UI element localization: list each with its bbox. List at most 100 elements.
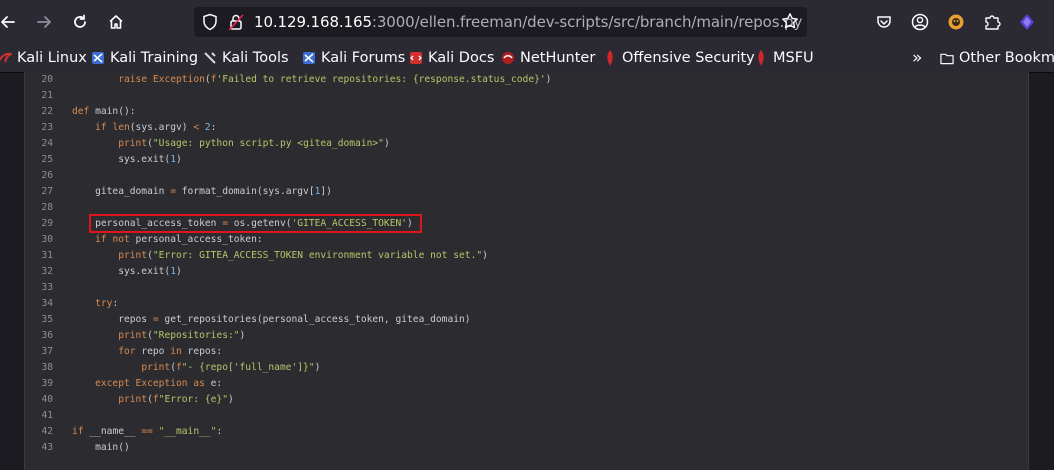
bookmark-kali-tools[interactable]: Kali Tools	[203, 48, 289, 68]
bookmark-label: Kali Tools	[222, 50, 289, 66]
code-viewer: 20 raise Exception(f'Failed to retrieve …	[24, 72, 1029, 470]
code-line: 27 gitea_domain = format_domain(sys.argv…	[25, 184, 1028, 200]
puzzle-extension-icon[interactable]	[980, 10, 1004, 34]
line-number[interactable]: 42	[25, 424, 53, 440]
reload-icon[interactable]	[66, 8, 94, 36]
pocket-icon[interactable]	[872, 10, 896, 34]
back-arrow-icon[interactable]	[0, 8, 22, 36]
line-code: sys.exit(1)	[72, 266, 182, 277]
line-number[interactable]: 35	[25, 312, 53, 328]
code-line: 22 def main():	[25, 104, 1028, 120]
code-line: 39 except Exception as e:	[25, 376, 1028, 392]
shield-icon[interactable]	[202, 13, 218, 35]
account-icon[interactable]	[908, 10, 932, 34]
line-number[interactable]: 24	[25, 136, 53, 152]
line-number[interactable]: 33	[25, 280, 53, 296]
line-code: print("Usage: python script.py <gitea_do…	[118, 138, 390, 149]
line-code: print(f"- {repo['full_name']}")	[141, 362, 321, 373]
url-host: 10.129.168.165	[254, 13, 372, 31]
line-number[interactable]: 40	[25, 392, 53, 408]
line-code: main()	[72, 442, 130, 453]
line-code: if not personal_access_token:	[95, 234, 263, 245]
bookmark-label: NetHunter	[520, 50, 596, 66]
bookmark-label: MSFU	[773, 50, 814, 66]
code-line: 42 if __name__ == "__main__":	[25, 424, 1028, 440]
line-number[interactable]: 23	[25, 120, 53, 136]
bookmark-kali-docs[interactable]: Kali Docs	[409, 48, 494, 68]
bookmarks-overflow-button[interactable]: »	[912, 48, 922, 68]
code-line: 37 for repo in repos:	[25, 344, 1028, 360]
line-number[interactable]: 36	[25, 328, 53, 344]
code-line: 36 print("Repositories:")	[25, 328, 1028, 344]
line-number[interactable]: 27	[25, 184, 53, 200]
kali-dragon-icon	[0, 50, 12, 66]
purple-extension-icon[interactable]	[1015, 10, 1039, 34]
bookmarks-bar: Kali Linux Kali Training Kali Tools Kali…	[0, 44, 1054, 73]
line-code: print("Repositories:")	[118, 330, 246, 341]
offsec-icon	[603, 50, 617, 66]
line-number[interactable]: 38	[25, 360, 53, 376]
url-bar[interactable]: 10.129.168.165:3000/ellen.freeman/dev-sc…	[194, 7, 807, 37]
line-code: sys.exit(1)	[72, 154, 182, 165]
line-number[interactable]: 29	[25, 216, 53, 232]
folder-icon	[940, 50, 954, 66]
line-number[interactable]: 43	[25, 440, 53, 456]
code-line: 33	[25, 280, 1028, 296]
line-number[interactable]: 32	[25, 264, 53, 280]
kali-docs-icon	[409, 50, 423, 66]
bookmark-label: Kali Docs	[428, 50, 495, 66]
line-code: print("Error: GITEA_ACCESS_TOKEN environ…	[118, 250, 488, 261]
line-number[interactable]: 22	[25, 104, 53, 120]
line-code: except Exception as e:	[95, 378, 223, 389]
code-line: 40 print(f"Error: {e}")	[25, 392, 1028, 408]
bookmark-offensive-security[interactable]: Offensive Security	[603, 48, 755, 68]
code-line: 41	[25, 408, 1028, 424]
bookmark-kali-forums[interactable]: Kali Forums	[302, 48, 405, 68]
browser-toolbar: 10.129.168.165:3000/ellen.freeman/dev-sc…	[0, 0, 1054, 44]
line-number[interactable]: 21	[25, 88, 53, 104]
line-number[interactable]: 26	[25, 168, 53, 184]
bookmark-label: Kali Forums	[321, 50, 406, 66]
bookmark-label: Kali Training	[110, 50, 199, 66]
line-code: for repo in repos:	[118, 346, 223, 357]
code-line: 43 main()	[25, 440, 1028, 456]
other-bookmarks-folder[interactable]: Other Bookma	[940, 48, 1054, 68]
code-line: 32 sys.exit(1)	[25, 264, 1028, 280]
line-code: if len(sys.argv) < 2:	[95, 122, 217, 133]
url-text[interactable]: 10.129.168.165:3000/ellen.freeman/dev-sc…	[254, 13, 802, 31]
url-path: :3000/ellen.freeman/dev-scripts/src/bran…	[371, 13, 803, 31]
line-number[interactable]: 37	[25, 344, 53, 360]
line-code: if __name__ == "__main__":	[72, 426, 223, 437]
extension-icon[interactable]	[944, 10, 968, 34]
line-code: print(f"Error: {e}")	[118, 394, 234, 405]
code-line: 24 print("Usage: python script.py <gitea…	[25, 136, 1028, 152]
line-code: repos = get_repositories(personal_access…	[72, 314, 471, 325]
line-number[interactable]: 25	[25, 152, 53, 168]
bookmark-nethunter[interactable]: NetHunter	[501, 48, 595, 68]
chevron-double-icon: »	[912, 48, 923, 68]
bookmark-star-icon[interactable]	[781, 12, 799, 34]
line-code: raise Exception(f'Failed to retrieve rep…	[118, 74, 552, 85]
line-number[interactable]: 28	[25, 200, 53, 216]
line-number[interactable]: 20	[25, 72, 53, 88]
forward-arrow-icon[interactable]	[30, 8, 58, 36]
code-line: 20 raise Exception(f'Failed to retrieve …	[25, 72, 1028, 88]
line-number[interactable]: 41	[25, 408, 53, 424]
code-line: 26	[25, 168, 1028, 184]
bookmark-kali-linux[interactable]: Kali Linux	[0, 48, 87, 68]
line-number[interactable]: 31	[25, 248, 53, 264]
insecure-lock-icon[interactable]	[228, 13, 244, 35]
kali-tools-icon	[203, 50, 217, 66]
line-number[interactable]: 39	[25, 376, 53, 392]
line-number[interactable]: 30	[25, 232, 53, 248]
code-line: 21	[25, 88, 1028, 104]
kali-training-icon	[91, 50, 105, 66]
code-line: 30 if not personal_access_token:	[25, 232, 1028, 248]
bookmark-kali-training[interactable]: Kali Training	[91, 48, 198, 68]
code-line: 25 sys.exit(1)	[25, 152, 1028, 168]
line-number[interactable]: 34	[25, 296, 53, 312]
highlight-box	[89, 214, 422, 233]
home-icon[interactable]	[102, 8, 130, 36]
bookmark-msfu[interactable]: MSFU	[754, 48, 814, 68]
line-code: try:	[95, 298, 119, 309]
